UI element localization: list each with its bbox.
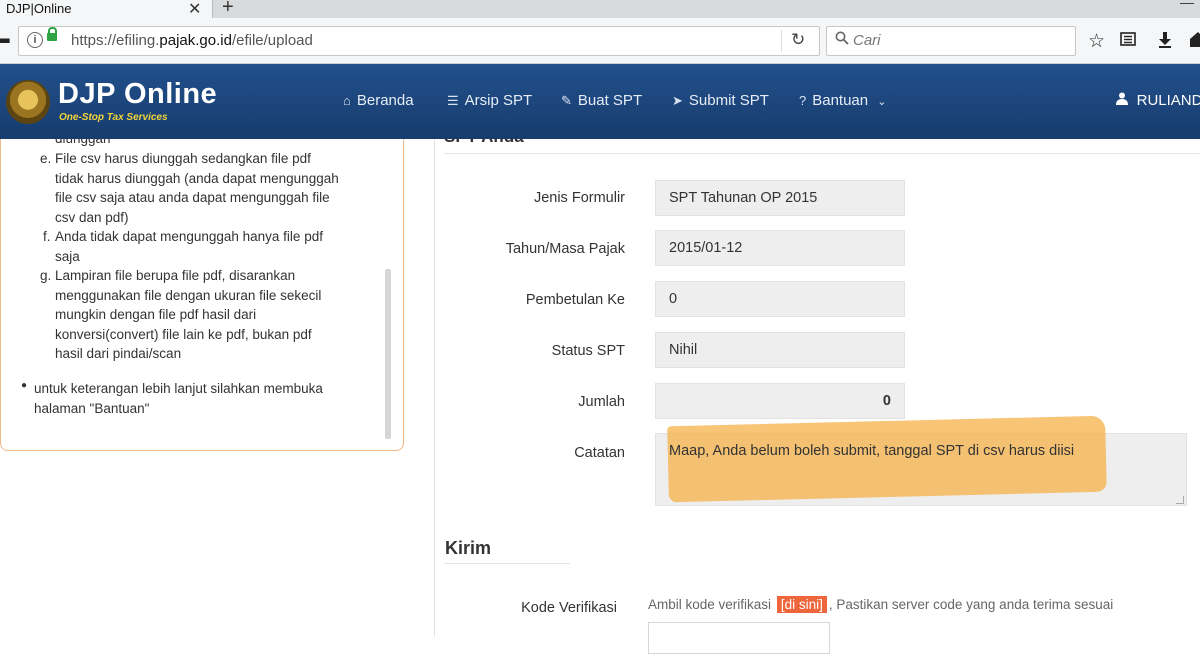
info-bullet-line: halaman "Bantuan": [34, 400, 150, 416]
address-bar[interactable]: i https://efiling.pajak.go.id/efile/uplo…: [18, 26, 820, 56]
url-domain: pajak.go.id: [159, 32, 232, 49]
info-item-line: menggunakan file dengan ukuran file seke…: [55, 287, 322, 303]
url-text[interactable]: https://efiling.pajak.go.id/efile/upload: [71, 32, 313, 49]
nav-label: Bantuan: [812, 92, 869, 109]
info-item-line: file csv saja atau anda dapat mengunggah…: [55, 190, 330, 205]
nav-beranda[interactable]: ⌂ Beranda: [343, 92, 414, 109]
info-item-line: tidak harus diunggah (anda dapat mengung…: [55, 170, 339, 186]
label-pembetulan-ke: Pembetulan Ke: [525, 292, 625, 308]
chevron-down-icon: ⌄: [877, 96, 887, 108]
home-icon[interactable]: [1190, 31, 1200, 53]
minimize-icon[interactable]: —: [1180, 0, 1194, 10]
kode-help-after: , Pastikan server code yang anda terima …: [828, 597, 1114, 612]
get-code-link[interactable]: [di sini]: [776, 596, 827, 613]
field-tahun-masa-pajak: 2015/01-12: [655, 230, 905, 266]
info-item-line: csv dan pdf): [55, 209, 129, 225]
list-marker: f.: [43, 229, 51, 244]
site-header: DJP Online One-Stop Tax Services ⌂ Berand…: [0, 64, 1200, 139]
back-arrow-icon[interactable]: ⬅: [0, 28, 11, 53]
kode-verifikasi-help: Ambil kode verifikasi [di sini], Pastika…: [648, 596, 1113, 613]
info-cut-line: diunggah: [55, 139, 111, 149]
section-divider: [444, 153, 1200, 154]
label-catatan: Catatan: [574, 445, 625, 461]
info-scrollbar[interactable]: [385, 269, 391, 439]
info-icon[interactable]: i: [27, 32, 43, 48]
info-item-line: File csv harus diunggah sedangkan file p…: [55, 151, 311, 166]
kirim-heading: Kirim: [445, 538, 492, 558]
search-icon: [835, 31, 849, 49]
browser-tab[interactable]: DJP|Online ✕: [0, 0, 213, 18]
djp-emblem-logo: [6, 80, 50, 124]
nav-arsip-spt[interactable]: ☰ Arsip SPT: [447, 92, 532, 109]
info-item-line: Anda tidak dapat mengunggah hanya file p…: [55, 229, 323, 244]
list-marker: g.: [40, 268, 52, 283]
label-jumlah: Jumlah: [578, 394, 625, 410]
resize-handle-icon[interactable]: [1176, 496, 1184, 504]
search-placeholder: Cari: [853, 32, 881, 49]
info-item-line: mungkin dengan file pdf hasil dari: [55, 307, 257, 322]
field-status-spt: Nihil: [655, 332, 905, 368]
nav-label: Arsip SPT: [464, 92, 533, 109]
nav-buat-spt[interactable]: ✎ Buat SPT: [561, 92, 642, 109]
field-pembetulan-ke: 0: [655, 281, 905, 317]
star-icon[interactable]: ☆: [1088, 30, 1105, 53]
field-jumlah: 0: [655, 383, 905, 419]
marker-highlight: [667, 415, 1107, 503]
column-divider: [434, 139, 435, 637]
site-tagline: One-Stop Tax Services: [59, 112, 168, 123]
list-marker: e.: [40, 151, 52, 166]
nav-bantuan[interactable]: ? Bantuan ⌄: [799, 92, 887, 109]
field-jenis-formulir: SPT Tahunan OP 2015: [655, 180, 905, 216]
help-icon: ?: [799, 93, 807, 108]
info-item-line: hasil dari pindai/scan: [55, 346, 182, 361]
label-kode-verifikasi: Kode Verifikasi: [521, 600, 617, 616]
nav-label: Buat SPT: [577, 92, 643, 109]
new-tab-icon[interactable]: +: [222, 0, 234, 19]
label-tahun-masa-pajak: Tahun/Masa Pajak: [505, 241, 625, 257]
url-scheme: https://efiling.: [71, 32, 160, 49]
list-icon: ☰: [447, 93, 459, 108]
nav-label: Submit SPT: [688, 92, 769, 109]
nav-submit-spt[interactable]: ➤ Submit SPT: [672, 92, 769, 109]
browser-search-input[interactable]: Cari: [826, 26, 1076, 56]
send-icon: ➤: [672, 93, 683, 108]
home-icon: ⌂: [343, 93, 351, 108]
close-tab-icon[interactable]: ✕: [188, 0, 201, 19]
section-title: SPT Anda: [444, 139, 524, 147]
lock-icon[interactable]: [47, 27, 57, 41]
label-jenis-formulir: Jenis Formulir: [533, 190, 625, 206]
reader-icon[interactable]: [1120, 31, 1136, 53]
bullet-dot: ●: [21, 380, 28, 391]
edit-icon: ✎: [561, 93, 572, 108]
url-separator: [781, 30, 782, 52]
user-icon: [1116, 92, 1132, 108]
site-brand[interactable]: DJP Online: [58, 78, 217, 111]
info-item-line: saja: [55, 248, 80, 264]
catatan-text: Maap, Anda belum boleh submit, tanggal S…: [669, 443, 1075, 459]
kirim-divider: [444, 563, 570, 564]
user-name: RULIANDA: [1136, 92, 1200, 109]
kode-help-before: Ambil kode verifikasi: [648, 597, 772, 612]
kode-verifikasi-input[interactable]: [648, 622, 830, 654]
nav-label: Beranda: [356, 92, 414, 109]
label-status-spt: Status SPT: [551, 343, 625, 359]
browser-navigation-bar: ⬅ i https://efiling.pajak.go.id/efile/up…: [0, 18, 1200, 64]
info-panel: diunggah e. File csv harus diunggah seda…: [0, 139, 404, 451]
url-path: /efile/upload: [231, 32, 313, 49]
info-item-line: konversi(convert) file lain ke pdf, buka…: [55, 326, 312, 342]
info-item-line: Lampiran file berupa file pdf, disaranka…: [55, 268, 296, 283]
browser-tab-bar: DJP|Online ✕ + —: [0, 0, 1200, 18]
download-icon[interactable]: [1157, 31, 1173, 54]
tab-title: DJP|Online: [6, 1, 72, 16]
info-bullet-line: untuk keterangan lebih lanjut silahkan m…: [34, 381, 323, 396]
reload-icon[interactable]: ↻: [791, 30, 805, 50]
user-menu[interactable]: RULIANDA: [1116, 92, 1200, 109]
